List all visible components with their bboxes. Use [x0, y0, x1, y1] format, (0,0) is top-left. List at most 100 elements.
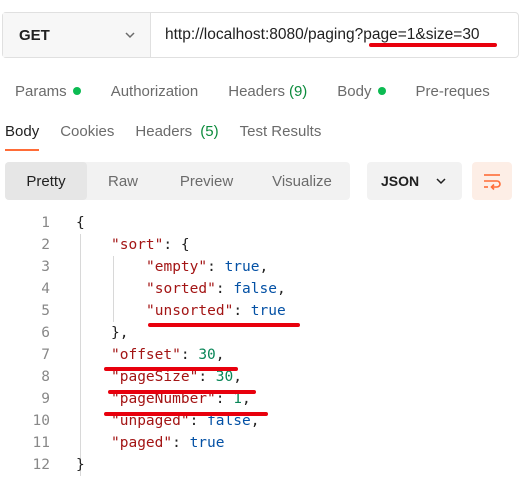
line-number: 5 — [41, 303, 50, 319]
code-text: } — [76, 454, 85, 476]
tab-pre-request[interactable]: Pre-reques — [416, 83, 490, 100]
tab-label: Body — [5, 123, 40, 140]
tab-body[interactable]: Body — [337, 82, 386, 100]
code-text: "empty": true, — [146, 256, 268, 278]
line-number: 10 — [32, 413, 50, 429]
code-token: , — [276, 281, 286, 297]
method-label: GET — [19, 26, 50, 44]
tab-headers[interactable]: Headers (9) — [228, 83, 307, 100]
code-token: : { — [163, 237, 190, 253]
code-token: { — [76, 215, 85, 231]
annotation-underline-pagenumber — [104, 412, 268, 416]
code-token: , — [215, 347, 225, 363]
code-text: "sort": { — [111, 234, 190, 256]
method-select[interactable]: GET — [3, 13, 151, 57]
code-line: 12} — [0, 454, 521, 476]
code-token: 30 — [215, 369, 234, 385]
code-token: "paged" — [111, 435, 173, 451]
code-line: 5 "unsorted": true — [0, 300, 521, 322]
wrap-lines-icon — [484, 174, 501, 191]
view-mode-raw[interactable]: Raw — [87, 162, 159, 200]
format-select[interactable]: JSON — [367, 162, 462, 200]
code-text: "paged": true — [111, 432, 225, 454]
line-number: 3 — [41, 259, 50, 275]
code-token: : — [180, 347, 199, 363]
tab-label: Body — [337, 82, 372, 100]
line-number: 2 — [41, 237, 50, 253]
code-token: : — [233, 303, 251, 319]
request-bar: GET http://localhost:8080/paging?page=1&… — [2, 12, 519, 58]
code-line: 11 "paged": true — [0, 432, 521, 454]
tab-response-body[interactable]: Body — [5, 118, 40, 151]
code-token: : — [207, 259, 225, 275]
code-token: } — [76, 457, 85, 473]
line-number: 4 — [41, 281, 50, 297]
tab-params[interactable]: Params — [15, 83, 81, 100]
tab-label: Headers — [135, 123, 193, 140]
tab-response-headers[interactable]: Headers (5) — [135, 118, 218, 140]
format-label: JSON — [381, 173, 420, 189]
tab-label: Authorization — [110, 82, 199, 100]
url-input[interactable]: http://localhost:8080/paging?page=1&size… — [151, 13, 518, 57]
code-token: : — [198, 369, 216, 385]
code-text: "offset": 30, — [111, 344, 225, 366]
tab-count: (9) — [288, 82, 308, 100]
line-number: 8 — [41, 369, 50, 385]
line-number: 9 — [41, 391, 50, 407]
code-token: true — [250, 303, 286, 319]
annotation-underline-offset — [104, 367, 238, 371]
annotation-underline-query — [369, 43, 497, 47]
code-token: "unsorted" — [146, 303, 234, 319]
tab-authorization[interactable]: Authorization — [111, 83, 199, 100]
code-text: "sorted": false, — [146, 278, 286, 300]
chevron-down-icon — [436, 178, 446, 185]
code-token: }, — [111, 325, 129, 341]
code-token: : — [172, 435, 190, 451]
code-line: 3 "empty": true, — [0, 256, 521, 278]
code-token: "pageSize" — [111, 369, 199, 385]
code-token: true — [224, 259, 260, 275]
request-tabs: Params Authorization Headers (9) Body Pr… — [0, 76, 521, 106]
code-token: "empty" — [146, 259, 208, 275]
view-mode-preview[interactable]: Preview — [159, 162, 254, 200]
code-token: 30 — [198, 347, 216, 363]
view-mode-pretty[interactable]: Pretty — [5, 162, 87, 200]
code-token: false — [233, 281, 277, 297]
code-token: , — [259, 259, 269, 275]
view-mode-visualize[interactable]: Visualize — [254, 162, 350, 200]
code-text: }, — [111, 322, 128, 344]
line-number: 1 — [41, 215, 50, 231]
code-token: true — [189, 435, 225, 451]
tab-label: Headers — [228, 82, 285, 100]
tab-label: Params — [15, 82, 67, 100]
code-line: 8 "pageSize": 30, — [0, 366, 521, 388]
code-token: "sort" — [111, 237, 164, 253]
tab-count: (5) — [200, 123, 219, 140]
tab-label: Pre-reques — [415, 82, 490, 100]
annotation-underline-pagesize — [108, 390, 256, 394]
status-dot-icon — [72, 87, 81, 95]
code-text: { — [76, 212, 85, 234]
code-line: 1{ — [0, 212, 521, 234]
tab-test-results[interactable]: Test Results — [240, 118, 322, 140]
status-dot-icon — [377, 87, 386, 95]
code-token: : — [215, 281, 234, 297]
chevron-down-icon — [125, 32, 135, 39]
code-text: "unsorted": true — [146, 300, 286, 322]
wrap-lines-button[interactable] — [472, 162, 512, 200]
code-token: "offset" — [111, 347, 181, 363]
line-number: 7 — [41, 347, 50, 363]
code-line: 7 "offset": 30, — [0, 344, 521, 366]
code-line: 4 "sorted": false, — [0, 278, 521, 300]
annotation-underline-unsorted — [148, 323, 300, 327]
tab-label: Cookies — [60, 123, 115, 140]
code-line: 2 "sort": { — [0, 234, 521, 256]
tab-label: Test Results — [239, 123, 322, 140]
tab-cookies[interactable]: Cookies — [60, 118, 114, 140]
code-token: , — [233, 369, 242, 385]
code-token: "sorted" — [146, 281, 216, 297]
response-tabs: Body Cookies Headers (5) Test Results — [0, 118, 521, 151]
line-number: 11 — [32, 435, 50, 451]
view-mode-switch: Pretty Raw Preview Visualize — [5, 162, 350, 200]
line-number: 6 — [41, 325, 50, 341]
